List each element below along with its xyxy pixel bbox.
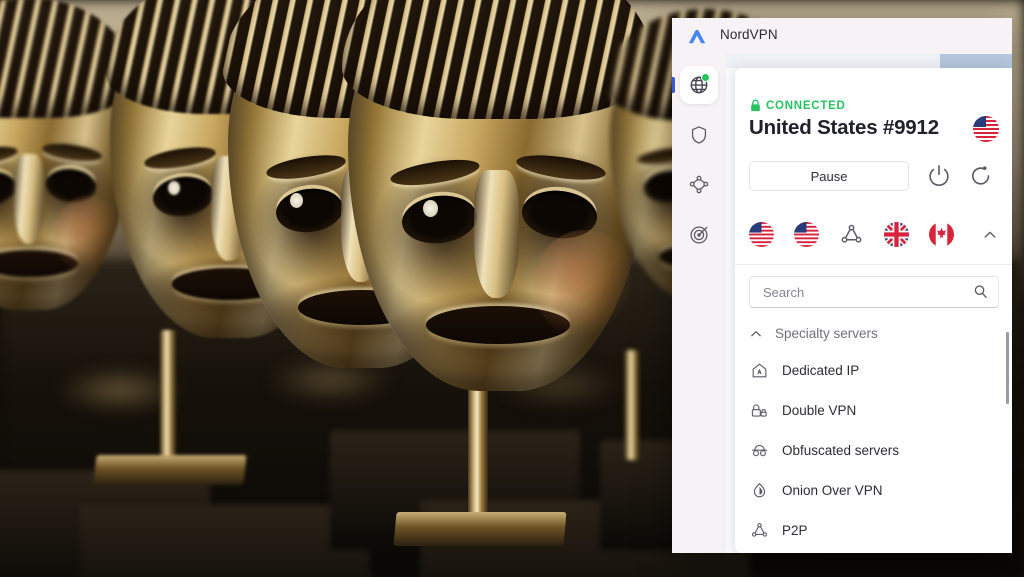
sidebar-item-meshnet[interactable] [680, 166, 718, 204]
award-mask-foreground [342, 0, 654, 391]
p2p-icon [749, 520, 769, 540]
chevron-up-icon [751, 330, 761, 336]
connected-dot-icon [701, 73, 710, 82]
power-disconnect-icon[interactable] [925, 162, 953, 190]
flag-us-icon [973, 116, 999, 142]
quick-connect-item-flag-gb[interactable] [884, 222, 909, 247]
app-title: NordVPN [720, 27, 778, 42]
list-item-p2p[interactable]: P2P [749, 510, 999, 550]
map-ocean-strip [940, 54, 1012, 68]
obfuscated-servers-icon [749, 440, 769, 460]
quick-connect-item-flag-us[interactable] [749, 222, 774, 247]
reconnect-icon[interactable] [967, 162, 995, 190]
group-header-label: Specialty servers [775, 326, 878, 341]
list-item-onion-over-vpn[interactable]: Onion Over VPN [749, 470, 999, 510]
server-name: United States #9912 [749, 116, 939, 139]
list-item-obfuscated-servers[interactable]: Obfuscated servers [749, 430, 999, 470]
onion-over-vpn-icon [749, 480, 769, 500]
target-icon [690, 226, 708, 244]
nordvpn-window: NordVPN CONNECTED United States #9912 Pa… [672, 18, 1012, 553]
pause-button[interactable]: Pause [749, 161, 909, 191]
sidebar-item-threat-protection[interactable] [680, 116, 718, 154]
server-panel: CONNECTED United States #9912 Pause Sear… [735, 68, 1012, 553]
window-titlebar: NordVPN [672, 18, 1012, 54]
double-vpn-icon [749, 400, 769, 420]
search-icon[interactable] [973, 284, 988, 299]
trophy-base [393, 512, 567, 546]
search-input[interactable] [761, 277, 965, 307]
server-list: Specialty servers Dedicated IP Double VP… [735, 318, 1012, 553]
vertical-scrollbar[interactable] [1006, 332, 1009, 404]
list-item-double-vpn[interactable]: Double VPN [749, 390, 999, 430]
connection-status-card: CONNECTED United States #9912 Pause [735, 68, 1012, 208]
quick-connect-item-flag-ca[interactable] [929, 222, 954, 247]
shield-icon [691, 126, 707, 144]
p2p-icon [841, 224, 862, 243]
lock-closed-icon [751, 99, 760, 112]
sidebar-rail [672, 54, 726, 553]
list-item-dedicated-ip[interactable]: Dedicated IP [749, 350, 999, 390]
connection-status-label: CONNECTED [766, 99, 846, 112]
connection-status-row: CONNECTED [750, 99, 846, 112]
search-field[interactable] [749, 276, 999, 308]
group-header-specialty-servers[interactable]: Specialty servers [749, 326, 878, 341]
trophy-base [93, 455, 247, 485]
quick-connect-item-flag-us[interactable] [794, 222, 819, 247]
list-item-label: Onion Over VPN [782, 482, 883, 498]
sidebar-item-vpn[interactable] [672, 66, 718, 104]
list-item-label: Double VPN [782, 402, 857, 418]
list-item-label: Obfuscated servers [782, 442, 900, 458]
trophy-stem [468, 380, 488, 530]
trophy-stem [160, 330, 176, 470]
quick-connect-row [735, 208, 1012, 265]
quick-connect-item-p2p[interactable] [839, 222, 864, 247]
nordvpn-logo-icon [688, 29, 706, 44]
plinth [80, 505, 370, 577]
sidebar-item-dark-web-monitor[interactable] [680, 216, 718, 254]
active-indicator [672, 77, 675, 93]
list-item-label: P2P [782, 522, 808, 538]
chevron-up-icon[interactable] [982, 227, 998, 243]
list-item-label: Dedicated IP [782, 362, 860, 378]
meshnet-nodes-icon [689, 175, 709, 194]
dedicated-ip-icon [749, 360, 769, 380]
